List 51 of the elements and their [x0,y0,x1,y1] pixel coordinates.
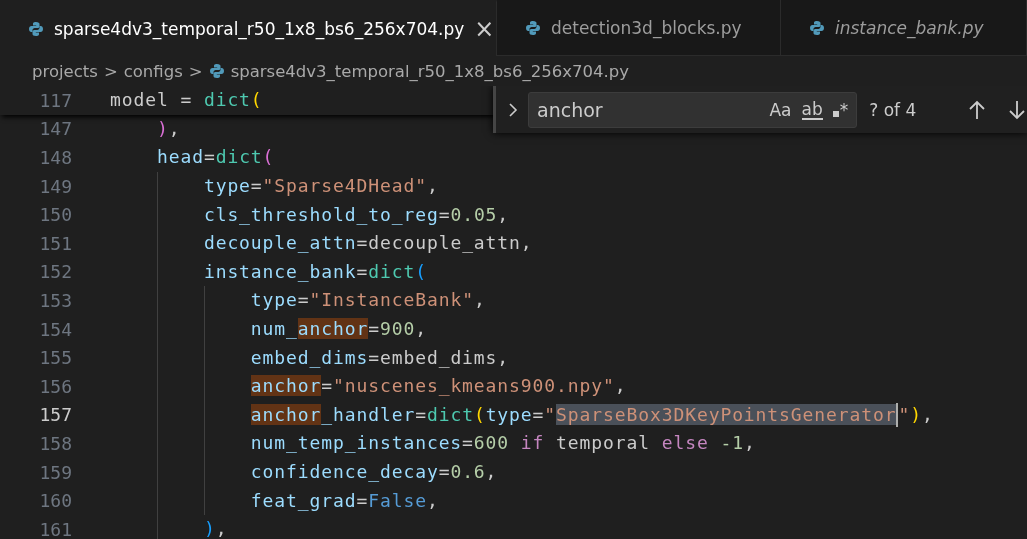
line-number: 152 [38,261,72,283]
find-input-field[interactable]: anchor Aa ab * [528,91,858,128]
code-line: confidence_decay=0.6, [110,457,498,487]
code-line: type="InstanceBank", [110,286,486,315]
line-number: 156 [38,375,72,397]
match-case-option[interactable]: Aa [769,99,792,120]
code-line: model = dict( [110,88,263,113]
python-icon [809,19,825,36]
arrow-down-icon[interactable] [1007,98,1027,121]
breadcrumb-separator: > [103,61,118,81]
regex-option[interactable]: * [832,99,849,120]
code-line: head=dict( [155,145,275,170]
whole-word-option[interactable]: ab [801,99,823,120]
breadcrumb-separator: > [188,61,203,81]
line-number: 148 [38,147,72,168]
code-line: anchor="nuscenes_kmeans900.npy", [110,371,627,401]
line-number: 150 [38,204,72,226]
code-line: instance_bank=dict( [110,257,427,287]
breadcrumb-item[interactable]: projects [32,61,98,81]
line-number: 151 [38,232,72,254]
line-number: 154 [38,318,72,340]
line-number: 149 [38,175,72,197]
code-line: anchor_handler=dict(type="SparseBox3DKeyPointsGenerator"), [110,400,934,430]
code-line: cls_threshold_to_reg=0.05, [110,200,510,229]
line-number: 117 [38,89,72,111]
code-line: type="Sparse4DHead", [110,171,439,201]
line-number: 160 [38,490,72,512]
breadcrumb-item[interactable]: configs [123,61,183,81]
chevron-right-icon[interactable] [506,100,520,119]
code-line: num_temp_instances=600 if temporal else -1, [110,429,756,458]
line-number: 158 [38,432,72,454]
line-number: 157 [38,404,72,426]
code-line: embed_dims=embed_dims, [110,343,510,372]
close-icon[interactable]: × [474,15,495,43]
python-icon [525,19,541,36]
python-icon [28,21,44,37]
line-number: 161 [38,518,72,539]
arrow-up-icon[interactable] [967,98,987,121]
line-number: 159 [38,461,72,483]
match-count: ? of 4 [869,99,918,120]
code-line: feat_grad=False, [110,486,439,515]
line-number: 155 [38,347,72,369]
line-number: 147 [38,118,72,140]
breadcrumb-item[interactable]: sparse4dv3_temporal_r50_1x8_bs6_256x704.py [230,61,629,81]
code-line: decouple_attn=decouple_attn, [110,228,533,258]
code-line: ), [110,514,228,539]
editor-tab[interactable]: sparse4dv3_temporal_r50_1x8_bs6_256x704.py × [0,0,497,56]
code-line: ), [155,116,181,141]
code-line: num_anchor=900, [110,314,427,344]
python-icon [208,63,225,79]
line-number: 153 [38,289,72,311]
